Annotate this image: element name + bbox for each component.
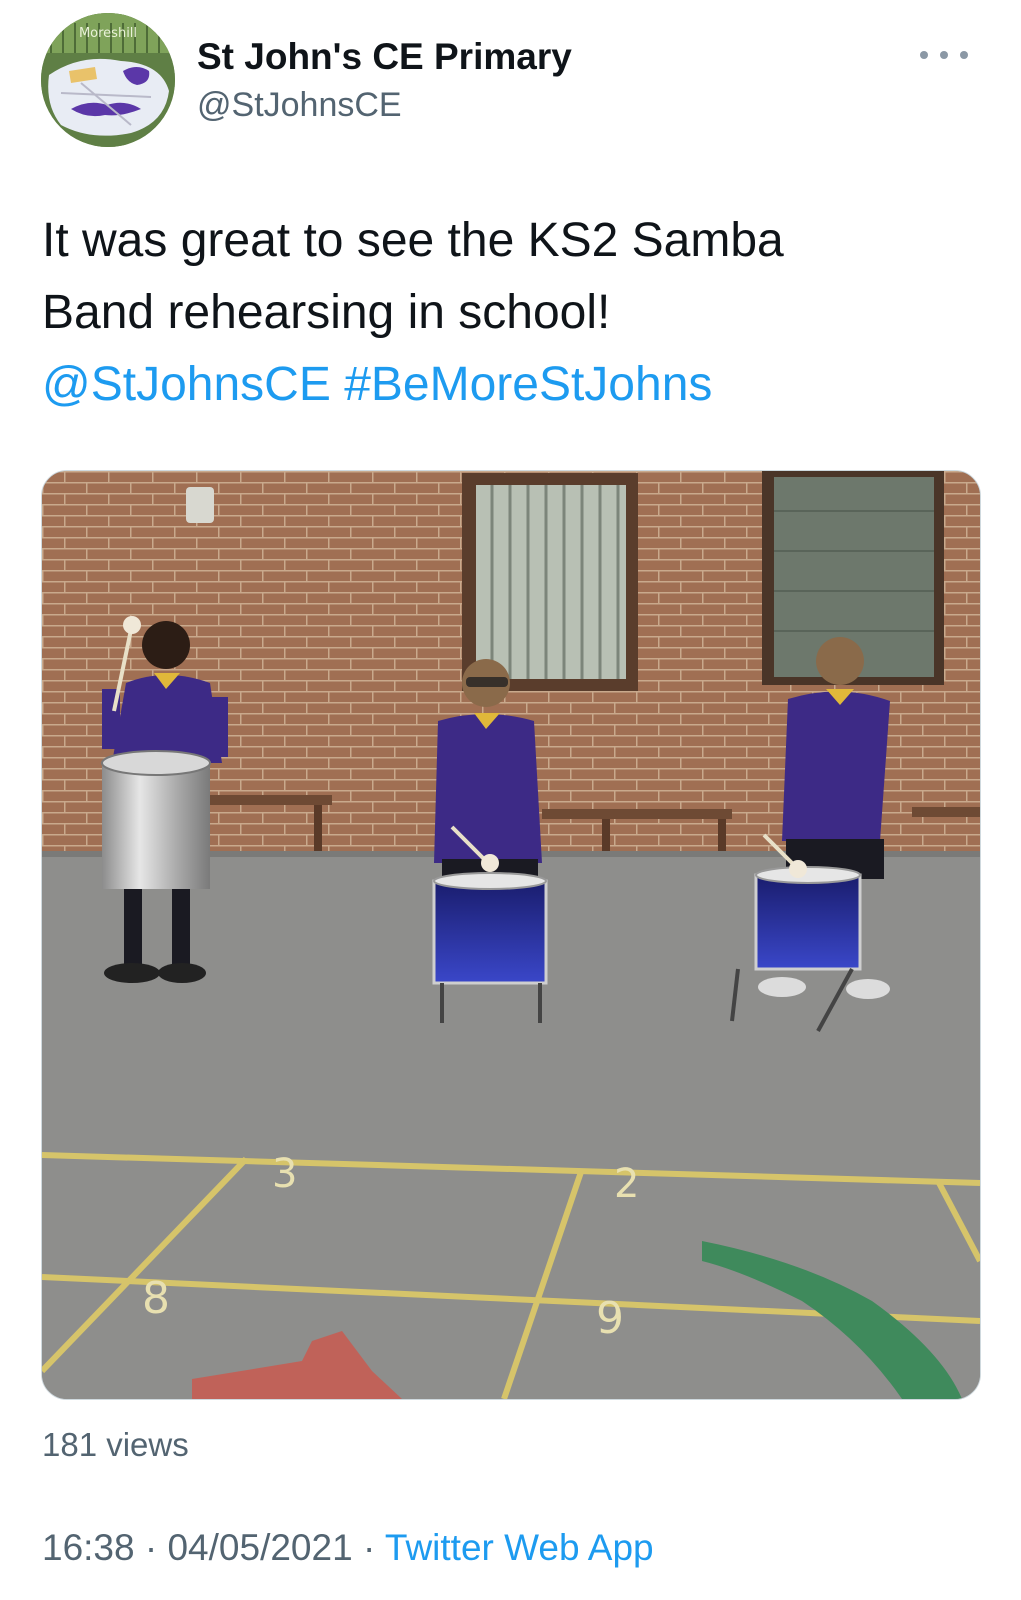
display-name[interactable]: St John's CE Primary <box>197 36 572 78</box>
tweet-links-line: @StJohnsCE #BeMoreStJohns <box>42 349 982 421</box>
view-count: 181 views <box>42 1426 189 1463</box>
video-frame: 3 2 8 9 <box>42 471 980 1399</box>
tweet-metadata: 16:38 · 04/05/2021 · Twitter Web App <box>42 1527 654 1569</box>
tweet: Moreshill St John's CE Primary @StJohnsC… <box>0 0 1021 1600</box>
dot <box>920 51 928 59</box>
playground-number: 2 <box>614 1161 639 1207</box>
playground-number: 9 <box>596 1293 624 1344</box>
tweet-date[interactable]: 04/05/2021 <box>167 1527 352 1568</box>
separator: · <box>144 1527 158 1568</box>
tweet-time[interactable]: 16:38 <box>42 1527 135 1568</box>
playground-number: 8 <box>142 1273 170 1324</box>
dot <box>960 51 968 59</box>
mention-link[interactable]: @StJohnsCE <box>42 358 331 411</box>
playground-number: 3 <box>272 1151 297 1197</box>
school-logo-avatar-icon: Moreshill <box>41 13 175 147</box>
dot <box>940 51 948 59</box>
tweet-text-line: It was great to see the KS2 Samba <box>42 214 784 267</box>
tweet-video[interactable]: 3 2 8 9 <box>41 470 981 1400</box>
tweet-text: It was great to see the KS2 Samba Band r… <box>42 205 982 421</box>
avatar-text: Moreshill <box>79 26 137 41</box>
avatar[interactable]: Moreshill <box>41 13 175 147</box>
more-options-icon[interactable] <box>920 40 968 70</box>
tweet-source-link[interactable]: Twitter Web App <box>385 1527 654 1568</box>
handle[interactable]: @StJohnsCE <box>197 86 402 125</box>
tweet-text-line: Band rehearsing in school! <box>42 286 611 339</box>
hashtag-link[interactable]: #BeMoreStJohns <box>344 358 712 411</box>
separator: · <box>362 1527 376 1568</box>
